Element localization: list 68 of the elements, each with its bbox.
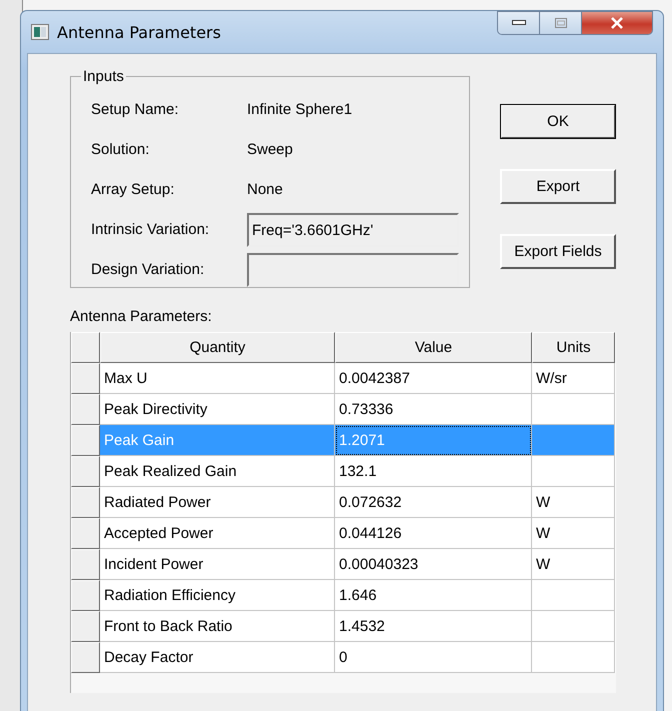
row-header[interactable] (71, 549, 100, 580)
table-cell: Decay Factor (104, 648, 194, 666)
table-cell: 0.73336 (339, 400, 394, 418)
table-cell: Peak Realized Gain (104, 462, 237, 480)
table-cell: Incident Power (104, 556, 204, 572)
window-title: Antenna Parameters (57, 22, 221, 42)
table-cell: 0.0042387 (339, 370, 410, 386)
input-field[interactable]: Freq='3.6601GHz' (247, 213, 459, 247)
group-title: Inputs (82, 68, 125, 85)
table-caption: Antenna Parameters: (70, 308, 213, 327)
maximize-icon (554, 18, 566, 28)
row-header[interactable] (71, 487, 100, 518)
table-row[interactable]: Accepted Power 0.044126 W (71, 518, 616, 549)
table-cell: Peak Gain (104, 432, 174, 448)
table-row[interactable]: Front to Back Ratio 1.4532 (71, 611, 616, 642)
field-value: None (247, 180, 283, 198)
minimize-icon (512, 20, 526, 26)
table-row[interactable]: Incident Power 0.00040323 W (71, 549, 616, 580)
dialog-button[interactable]: OK (500, 104, 616, 139)
table-cell: Front to Back Ratio (104, 618, 232, 634)
table-cell: Accepted Power (104, 524, 214, 542)
table-cell: 0.00040323 (339, 556, 418, 572)
table-cell: Radiation Efficiency (104, 586, 236, 604)
table-row[interactable]: Radiated Power 0.072632 W (71, 487, 616, 518)
table-row[interactable]: Max U 0.0042387 W/sr (71, 363, 616, 394)
row-header[interactable] (71, 518, 100, 549)
table-cell: 0 (339, 648, 348, 666)
table-cell: 1.2071 (339, 432, 385, 448)
field-label: Array Setup: (91, 180, 176, 198)
table-row[interactable]: Peak Realized Gain 132.1 (71, 456, 616, 487)
window-icon (31, 24, 49, 40)
dialog-button[interactable]: Export Fields (500, 234, 616, 269)
column-header[interactable]: Units (532, 332, 615, 363)
field-value: Sweep (247, 140, 293, 158)
table-cell: 1.4532 (339, 618, 385, 634)
table-cell: 1.646 (339, 586, 377, 604)
table-row[interactable]: Decay Factor 0 (71, 642, 616, 673)
table-cell: W/sr (536, 370, 567, 386)
row-header[interactable] (71, 456, 100, 487)
table-cell: 0.044126 (339, 524, 402, 542)
dialog-button[interactable]: Export (500, 169, 616, 204)
table-cell: W (536, 494, 550, 510)
table-cell: Max U (104, 370, 148, 386)
table-cell: 132.1 (339, 462, 377, 480)
table-cell: W (536, 556, 550, 572)
field-value: Infinite Sphere1 (247, 100, 352, 118)
table-cell: 0.072632 (339, 494, 402, 510)
row-header[interactable] (71, 580, 100, 611)
close-icon (610, 17, 624, 29)
table-cell: W (536, 524, 550, 542)
column-header[interactable]: Value (335, 332, 532, 363)
field-label: Intrinsic Variation: (91, 220, 210, 238)
table-cell: Peak Directivity (104, 400, 208, 418)
row-header[interactable] (71, 642, 100, 673)
minimize-button[interactable] (498, 12, 540, 34)
input-field[interactable] (247, 253, 459, 287)
close-button[interactable] (582, 12, 652, 34)
field-label: Solution: (91, 140, 150, 158)
row-header[interactable] (71, 425, 100, 456)
table-row[interactable]: Peak Directivity 0.73336 (71, 394, 616, 425)
column-header[interactable]: Quantity (100, 332, 335, 363)
field-label: Design Variation: (91, 260, 206, 278)
table-cell: Radiated Power (104, 494, 211, 510)
row-header[interactable] (71, 363, 100, 394)
row-header[interactable] (71, 611, 100, 642)
row-header[interactable] (71, 394, 100, 425)
field-label: Setup Name: (91, 100, 180, 118)
table-row[interactable]: Radiation Efficiency 1.646 (71, 580, 616, 611)
